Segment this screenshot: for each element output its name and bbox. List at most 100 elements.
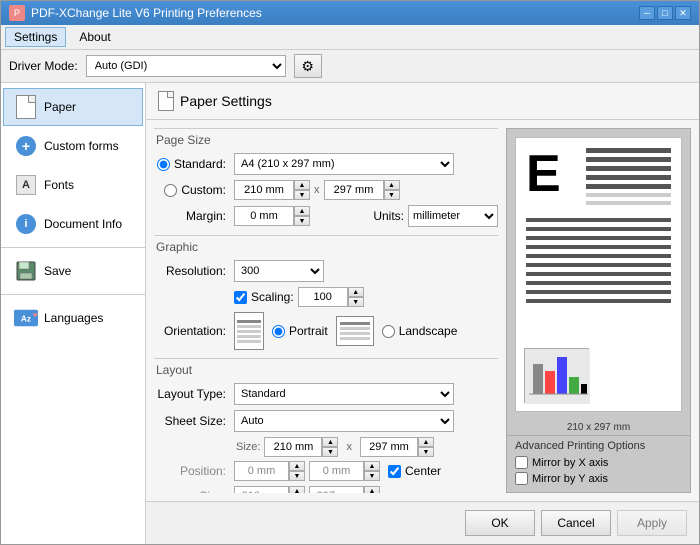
position-label: Position: bbox=[154, 464, 234, 478]
margin-input[interactable] bbox=[234, 206, 294, 226]
preview-dimensions: 210 x 297 mm bbox=[507, 420, 690, 435]
portrait-radio[interactable] bbox=[272, 325, 285, 338]
preview-lines-top bbox=[586, 148, 671, 205]
pos-x-input[interactable] bbox=[234, 461, 289, 481]
panel-form: Page Size Standard: A4 (210 x 297 mm) bbox=[154, 128, 498, 493]
mirror-x-checkbox[interactable] bbox=[515, 456, 528, 469]
standard-radio[interactable] bbox=[157, 158, 170, 171]
size2-h-up[interactable]: ▲ bbox=[364, 486, 380, 493]
sheet-size-select[interactable]: Auto A4 Letter bbox=[234, 410, 454, 432]
margin-up[interactable]: ▲ bbox=[294, 206, 310, 216]
menu-settings[interactable]: Settings bbox=[5, 27, 66, 47]
landscape-radio[interactable] bbox=[382, 325, 395, 338]
custom-height-down[interactable]: ▼ bbox=[384, 190, 400, 200]
sidebar-item-document-info[interactable]: i Document Info bbox=[3, 205, 143, 243]
units-label: Units: bbox=[373, 209, 404, 223]
pos-y-up[interactable]: ▲ bbox=[364, 461, 380, 471]
pos-y-input[interactable] bbox=[309, 461, 364, 481]
minimize-button[interactable]: ─ bbox=[639, 6, 655, 20]
driver-settings-button[interactable]: ⚙ bbox=[294, 54, 322, 78]
preview-full-line-5 bbox=[526, 254, 671, 258]
app-icon: P bbox=[9, 5, 25, 21]
driver-mode-select[interactable]: Auto (GDI) bbox=[86, 55, 286, 77]
size2-w-input[interactable] bbox=[234, 486, 289, 493]
sidebar-item-paper[interactable]: Paper bbox=[3, 88, 143, 126]
margin-spinbox: ▲ ▼ bbox=[234, 206, 310, 226]
size-indicator-row: Size: ▲ ▼ x bbox=[154, 437, 498, 457]
units-select[interactable]: millimeter inch point bbox=[408, 205, 498, 227]
graphic-title: Graphic bbox=[154, 235, 498, 254]
sidebar-label-languages: Languages bbox=[44, 311, 103, 325]
window-title: PDF-XChange Lite V6 Printing Preferences bbox=[31, 6, 262, 20]
resolution-label: Resolution: bbox=[154, 264, 234, 278]
landscape-option[interactable]: Landscape bbox=[382, 324, 458, 338]
custom-height-input[interactable] bbox=[324, 180, 384, 200]
standard-radio-label[interactable]: Standard: bbox=[154, 157, 226, 171]
cancel-button[interactable]: Cancel bbox=[541, 510, 611, 536]
standard-size-select[interactable]: A4 (210 x 297 mm) A3 (297 x 420 mm) Lett… bbox=[234, 153, 454, 175]
titlebar-title: P PDF-XChange Lite V6 Printing Preferenc… bbox=[9, 5, 262, 21]
preview-full-line-8 bbox=[526, 281, 671, 285]
menu-about[interactable]: About bbox=[70, 27, 119, 47]
portrait-label: Portrait bbox=[289, 324, 328, 338]
document-info-icon: i bbox=[14, 212, 38, 236]
sidebar-label-custom-forms: Custom forms bbox=[44, 139, 119, 153]
sidebar-item-fonts[interactable]: A Fonts bbox=[3, 166, 143, 204]
custom-height-up[interactable]: ▲ bbox=[384, 180, 400, 190]
pos-y-down[interactable]: ▼ bbox=[364, 471, 380, 481]
resolution-select[interactable]: 300 150 600 bbox=[234, 260, 324, 282]
portrait-option[interactable]: Portrait bbox=[272, 324, 328, 338]
custom-width-down[interactable]: ▼ bbox=[294, 190, 310, 200]
size-h-input[interactable] bbox=[360, 437, 418, 457]
fonts-icon: A bbox=[14, 173, 38, 197]
preview-full-line-1 bbox=[526, 218, 671, 222]
close-button[interactable]: ✕ bbox=[675, 6, 691, 20]
apply-button[interactable]: Apply bbox=[617, 510, 687, 536]
center-checkbox[interactable] bbox=[388, 465, 401, 478]
size-h-up[interactable]: ▲ bbox=[418, 437, 434, 447]
sidebar-label-document-info: Document Info bbox=[44, 217, 122, 231]
size2-w-up[interactable]: ▲ bbox=[289, 486, 305, 493]
custom-radio[interactable] bbox=[164, 184, 177, 197]
size2-h-spinbox: ▲ ▼ bbox=[309, 486, 380, 493]
custom-height-spinbox: ▲ ▼ bbox=[324, 180, 400, 200]
panel-header-icon bbox=[158, 91, 174, 111]
size-w-down[interactable]: ▼ bbox=[322, 447, 338, 457]
size-w-up[interactable]: ▲ bbox=[322, 437, 338, 447]
scaling-checkbox[interactable] bbox=[234, 291, 247, 304]
custom-radio-label[interactable]: Custom: bbox=[154, 183, 226, 197]
sidebar-label-save: Save bbox=[44, 264, 71, 278]
layout-type-select[interactable]: Standard Booklet Multiple bbox=[234, 383, 454, 405]
size2-row: Size: ▲ ▼ ▲ bbox=[154, 486, 498, 493]
resolution-row: Resolution: 300 150 600 bbox=[154, 260, 498, 282]
scaling-up[interactable]: ▲ bbox=[348, 287, 364, 297]
sidebar-item-languages[interactable]: Az Languages bbox=[3, 299, 143, 337]
custom-width-input[interactable] bbox=[234, 180, 294, 200]
titlebar-buttons: ─ □ ✕ bbox=[639, 6, 691, 20]
size2-w-spinbox: ▲ ▼ bbox=[234, 486, 305, 493]
sidebar-divider bbox=[1, 247, 145, 248]
scaling-down[interactable]: ▼ bbox=[348, 297, 364, 307]
mirror-y-checkbox[interactable] bbox=[515, 472, 528, 485]
maximize-button[interactable]: □ bbox=[657, 6, 673, 20]
advanced-title: Advanced Printing Options bbox=[515, 440, 682, 452]
pos-x-up[interactable]: ▲ bbox=[289, 461, 305, 471]
custom-width-up[interactable]: ▲ bbox=[294, 180, 310, 190]
mirror-x-label: Mirror by X axis bbox=[532, 457, 608, 469]
size-w-input[interactable] bbox=[264, 437, 322, 457]
sidebar-item-save[interactable]: Save bbox=[3, 252, 143, 290]
preview-full-line-9 bbox=[526, 290, 671, 294]
pos-x-spinbox: ▲ ▼ bbox=[234, 461, 305, 481]
size2-h-input[interactable] bbox=[309, 486, 364, 493]
margin-down[interactable]: ▼ bbox=[294, 216, 310, 226]
portrait-icon bbox=[234, 312, 264, 350]
main-window: P PDF-XChange Lite V6 Printing Preferenc… bbox=[0, 0, 700, 545]
size-h-down[interactable]: ▼ bbox=[418, 447, 434, 457]
pos-x-down[interactable]: ▼ bbox=[289, 471, 305, 481]
ok-button[interactable]: OK bbox=[465, 510, 535, 536]
sidebar: Paper + Custom forms A Fonts i Document … bbox=[1, 83, 146, 544]
scaling-input[interactable] bbox=[298, 287, 348, 307]
sheet-size-row: Sheet Size: Auto A4 Letter bbox=[154, 410, 498, 432]
preview-full-line-4 bbox=[526, 245, 671, 249]
sidebar-item-custom-forms[interactable]: + Custom forms bbox=[3, 127, 143, 165]
